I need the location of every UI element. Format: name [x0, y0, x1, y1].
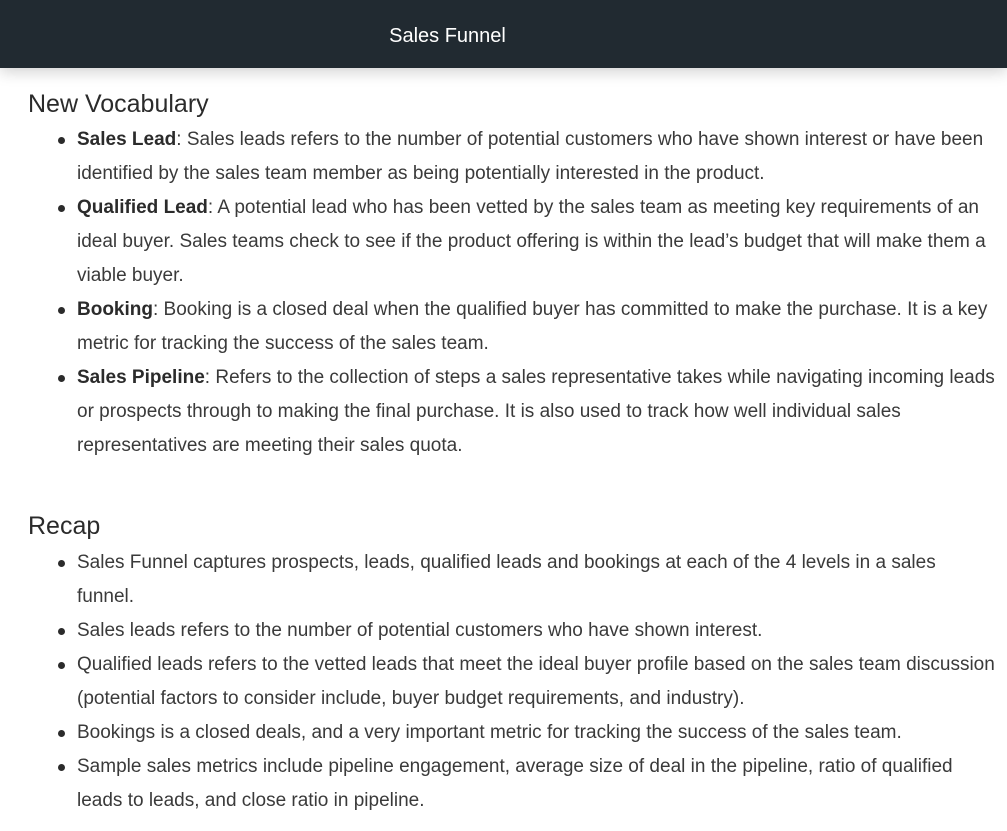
vocabulary-item: Sales Lead: Sales leads refers to the nu…: [58, 123, 998, 191]
vocabulary-heading: New Vocabulary: [28, 90, 209, 118]
vocabulary-term: Qualified Lead: [77, 197, 208, 218]
main-content: New Vocabulary Sales Lead: Sales leads r…: [28, 86, 998, 818]
recap-item-text: Bookings is a closed deals, and a very i…: [77, 722, 902, 743]
recap-item: Sales leads refers to the number of pote…: [58, 614, 998, 648]
vocabulary-term: Booking: [77, 299, 153, 320]
vocabulary-list: Sales Lead: Sales leads refers to the nu…: [28, 123, 998, 463]
vocabulary-item: Booking: Booking is a closed deal when t…: [58, 293, 998, 361]
bullet-icon: [58, 375, 65, 382]
recap-section: Recap Sales Funnel captures prospects, l…: [28, 508, 998, 818]
vocabulary-item: Sales Pipeline: Refers to the collection…: [58, 361, 998, 463]
recap-item: Qualified leads refers to the vetted lea…: [58, 648, 998, 716]
bullet-icon: [58, 628, 65, 635]
vocabulary-item: Qualified Lead: A potential lead who has…: [58, 191, 998, 293]
bullet-icon: [58, 137, 65, 144]
vocabulary-term: Sales Pipeline: [77, 367, 205, 388]
vocabulary-section: New Vocabulary Sales Lead: Sales leads r…: [28, 86, 998, 463]
vocabulary-definition: : A potential lead who has been vetted b…: [77, 197, 986, 286]
recap-item: Bookings is a closed deals, and a very i…: [58, 716, 998, 750]
vocabulary-definition: : Refers to the collection of steps a sa…: [77, 367, 995, 456]
recap-list: Sales Funnel captures prospects, leads, …: [28, 546, 998, 818]
bullet-icon: [58, 560, 65, 567]
recap-item-text: Sales leads refers to the number of pote…: [77, 620, 763, 641]
bullet-icon: [58, 662, 65, 669]
bullet-icon: [58, 764, 65, 771]
recap-item-text: Sample sales metrics include pipeline en…: [77, 756, 953, 811]
top-header-bar: Sales Funnel: [0, 0, 1007, 68]
bullet-icon: [58, 205, 65, 212]
recap-heading: Recap: [28, 512, 101, 540]
bullet-icon: [58, 730, 65, 737]
vocabulary-definition: : Sales leads refers to the number of po…: [77, 129, 984, 184]
page-title: Sales Funnel: [389, 25, 506, 47]
recap-item-text: Sales Funnel captures prospects, leads, …: [77, 552, 936, 607]
vocabulary-definition: : Booking is a closed deal when the qual…: [77, 299, 988, 354]
recap-item: Sample sales metrics include pipeline en…: [58, 750, 998, 818]
recap-item: Sales Funnel captures prospects, leads, …: [58, 546, 998, 614]
vocabulary-term: Sales Lead: [77, 129, 177, 150]
bullet-icon: [58, 307, 65, 314]
recap-item-text: Qualified leads refers to the vetted lea…: [77, 654, 995, 709]
